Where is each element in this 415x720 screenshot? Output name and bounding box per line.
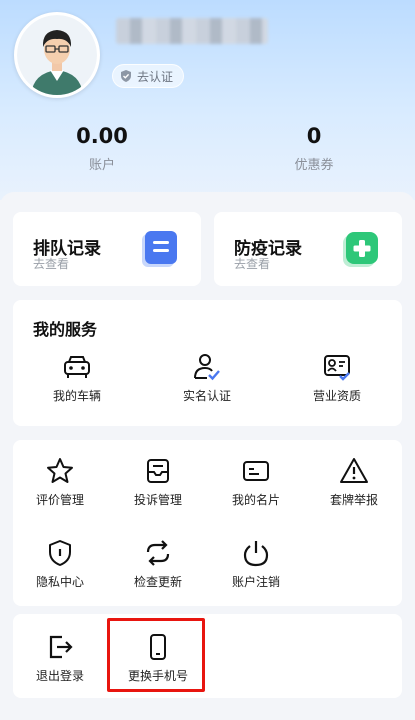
highlight-box xyxy=(107,618,205,692)
shield-check-icon xyxy=(121,70,131,82)
tool-item-label: 账户注销 xyxy=(231,575,280,589)
tool-item-delete-account[interactable]: 账户注销 xyxy=(206,538,306,590)
license-icon xyxy=(324,355,350,381)
service-item-label: 营业资质 xyxy=(312,389,361,403)
tool-item-label: 评价管理 xyxy=(35,493,84,507)
account-card: 退出登录 更换手机号 xyxy=(13,614,402,698)
medical-cross-icon xyxy=(343,232,378,267)
tool-item-label: 投诉管理 xyxy=(133,493,182,507)
service-item-label: 实名认证 xyxy=(182,389,231,403)
queue-record-subtitle: 去查看 xyxy=(33,257,70,271)
tool-item-privacy[interactable]: 隐私中心 xyxy=(10,538,110,590)
tool-item-reviews[interactable]: 评价管理 xyxy=(10,456,110,508)
tools-card: 评价管理 投诉管理 我的名片 套牌举报 隐私中心 检查更新 账户注销 xyxy=(13,440,402,606)
tool-item-label: 我的名片 xyxy=(231,493,280,507)
epidemic-record-subtitle: 去查看 xyxy=(234,257,271,271)
avatar-illustration-icon xyxy=(17,15,97,95)
service-item-vehicle[interactable]: 我的车辆 xyxy=(27,352,127,404)
my-services-card: 我的服务 我的车辆 实名认证 营业资质 xyxy=(13,300,402,426)
balance-stat[interactable]: 0.00 账户 xyxy=(42,124,162,173)
avatar[interactable] xyxy=(14,12,100,98)
coupon-stat[interactable]: 0 优惠券 xyxy=(254,124,374,173)
service-item-label: 我的车辆 xyxy=(52,389,101,403)
tool-item-check-update[interactable]: 检查更新 xyxy=(108,538,208,590)
account-item-label: 退出登录 xyxy=(35,669,84,683)
tool-item-namecard[interactable]: 我的名片 xyxy=(206,456,306,508)
profile-header: 去认证 0.00 账户 0 优惠券 xyxy=(0,0,415,200)
certify-label: 去认证 xyxy=(137,69,174,84)
account-item-logout[interactable]: 退出登录 xyxy=(10,632,110,684)
coupon-value: 0 xyxy=(306,124,322,148)
card-icon xyxy=(243,461,269,481)
epidemic-record-card[interactable]: 防疫记录 去查看 xyxy=(214,212,402,286)
balance-value: 0.00 xyxy=(76,124,128,148)
balance-label: 账户 xyxy=(88,158,115,173)
warning-icon xyxy=(340,458,368,483)
certify-badge[interactable]: 去认证 xyxy=(112,64,185,88)
tool-item-report-plate[interactable]: 套牌举报 xyxy=(304,456,404,508)
shield-icon xyxy=(49,540,71,566)
user-verified-icon xyxy=(194,354,220,381)
coupon-label: 优惠券 xyxy=(294,158,334,173)
tool-item-label: 检查更新 xyxy=(133,575,182,589)
services-title: 我的服务 xyxy=(33,320,98,339)
logout-icon xyxy=(49,635,73,659)
power-icon xyxy=(243,541,269,567)
car-icon xyxy=(64,356,90,378)
tool-item-complaints[interactable]: 投诉管理 xyxy=(108,456,208,508)
refresh-icon xyxy=(146,540,170,566)
username-blurred xyxy=(116,18,268,44)
service-item-license[interactable]: 营业资质 xyxy=(287,352,387,404)
queue-record-card[interactable]: 排队记录 去查看 xyxy=(13,212,201,286)
document-icon xyxy=(142,231,177,267)
inbox-icon xyxy=(147,459,169,483)
tool-item-label: 套牌举报 xyxy=(329,493,378,507)
tool-item-label: 隐私中心 xyxy=(35,575,84,589)
service-item-realname[interactable]: 实名认证 xyxy=(157,352,257,404)
star-icon xyxy=(47,458,73,483)
